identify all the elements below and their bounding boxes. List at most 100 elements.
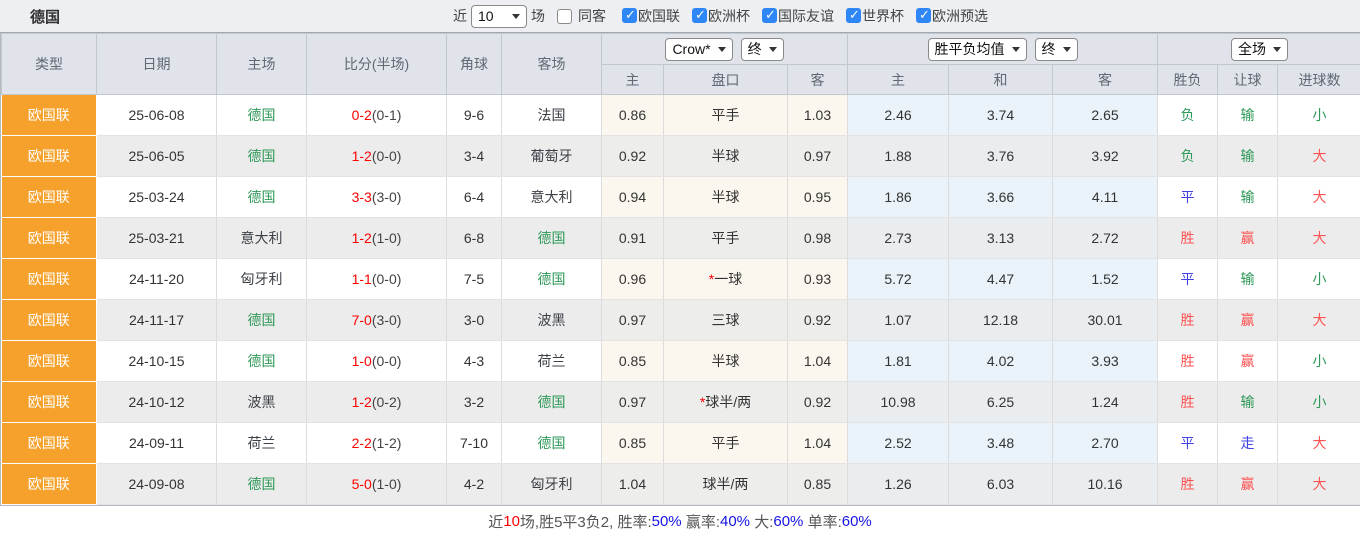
summary-middle: 场,胜5平3负2, 胜率: xyxy=(520,511,652,532)
avg-away-odds-cell: 2.72 xyxy=(1053,218,1158,259)
competition-checkbox[interactable] xyxy=(692,8,707,23)
avg-odds-stage-select[interactable]: 终 xyxy=(1035,38,1078,61)
avg-home-odds-cell: 10.98 xyxy=(848,382,949,423)
crown-odds-stage-select[interactable]: 终 xyxy=(741,38,784,61)
result-group-header: 全场 xyxy=(1158,34,1360,65)
score-cell: 2-2(1-2) xyxy=(307,423,447,464)
avg-odds-select[interactable]: 胜平负均值 xyxy=(928,38,1027,61)
date-cell: 25-03-21 xyxy=(97,218,217,259)
competition-label: 欧洲预选 xyxy=(932,6,988,26)
table-row: 欧国联24-11-17德国7-0(3-0)3-0波黑0.97三球0.921.07… xyxy=(2,300,1360,341)
team-name: 意大利 xyxy=(241,230,283,246)
recent-count-value: 10 xyxy=(478,8,494,24)
home-team-cell: 意大利 xyxy=(217,218,307,259)
crown-away-odds-cell: 0.92 xyxy=(788,300,848,341)
team-name: 德国 xyxy=(538,271,566,287)
half-time-score: (1-0) xyxy=(372,476,402,492)
full-time-score: 7-0 xyxy=(352,312,372,328)
avg-away-odds-cell: 10.16 xyxy=(1053,464,1158,505)
avg-away-odds-cell: 2.70 xyxy=(1053,423,1158,464)
home-team-cell: 德国 xyxy=(217,177,307,218)
date-cell: 24-11-17 xyxy=(97,300,217,341)
home-team-cell: 德国 xyxy=(217,300,307,341)
col-header-crown-home: 主 xyxy=(602,65,664,95)
avg-home-odds-cell: 1.86 xyxy=(848,177,949,218)
goals-result-cell: 小 xyxy=(1278,259,1360,300)
col-header-crown-away: 客 xyxy=(788,65,848,95)
recent-count-select[interactable]: 10 xyxy=(471,5,527,28)
half-time-score: (0-0) xyxy=(372,353,402,369)
summary-odd-rate: 60% xyxy=(842,513,872,530)
avg-draw-odds-cell: 3.66 xyxy=(949,177,1053,218)
corners-cell: 6-8 xyxy=(447,218,502,259)
avg-away-odds-cell: 4.11 xyxy=(1053,177,1158,218)
avg-odds-group-header: 胜平负均值 终 xyxy=(848,34,1158,65)
corners-cell: 4-2 xyxy=(447,464,502,505)
table-row: 欧国联24-10-15德国1-0(0-0)4-3荷兰0.85半球1.041.81… xyxy=(2,341,1360,382)
chevron-down-icon xyxy=(769,47,777,52)
top-bar: 德国 近 10 场 同客 欧国联欧洲杯国际友谊世界杯欧洲预选 xyxy=(0,0,1360,33)
type-cell: 欧国联 xyxy=(2,259,97,300)
competition-checkbox[interactable] xyxy=(916,8,931,23)
half-time-score: (1-0) xyxy=(372,230,402,246)
date-cell: 25-06-05 xyxy=(97,136,217,177)
corners-cell: 3-0 xyxy=(447,300,502,341)
result-cell: 平 xyxy=(1158,259,1218,300)
away-team-cell: 德国 xyxy=(502,218,602,259)
home-team-cell: 波黑 xyxy=(217,382,307,423)
full-time-score: 2-2 xyxy=(352,435,372,451)
half-time-score: (0-0) xyxy=(372,271,402,287)
home-team-cell: 德国 xyxy=(217,341,307,382)
handicap-cell: 半球 xyxy=(664,177,788,218)
team-name: 葡萄牙 xyxy=(531,148,573,164)
avg-odds-stage-value: 终 xyxy=(1042,39,1056,59)
corners-cell: 6-4 xyxy=(447,177,502,218)
crown-home-odds-cell: 0.94 xyxy=(602,177,664,218)
crown-home-odds-cell: 0.97 xyxy=(602,300,664,341)
competition-filters: 欧国联欧洲杯国际友谊世界杯欧洲预选 xyxy=(610,6,988,27)
type-cell: 欧国联 xyxy=(2,423,97,464)
crown-home-odds-cell: 0.97 xyxy=(602,382,664,423)
half-time-score: (1-2) xyxy=(372,435,402,451)
table-row: 欧国联25-06-08德国0-2(0-1)9-6法国0.86平手1.032.46… xyxy=(2,95,1360,136)
crown-away-odds-cell: 1.03 xyxy=(788,95,848,136)
chevron-down-icon xyxy=(1012,47,1020,52)
corners-cell: 9-6 xyxy=(447,95,502,136)
competition-checkbox[interactable] xyxy=(622,8,637,23)
bookmaker-select[interactable]: Crow* xyxy=(665,38,732,61)
date-cell: 24-09-08 xyxy=(97,464,217,505)
same-venue-checkbox[interactable] xyxy=(557,9,572,24)
col-header-date: 日期 xyxy=(97,34,217,95)
type-cell: 欧国联 xyxy=(2,218,97,259)
score-cell: 1-2(0-2) xyxy=(307,382,447,423)
team-name: 波黑 xyxy=(248,394,276,410)
match-history-panel: 德国 近 10 场 同客 欧国联欧洲杯国际友谊世界杯欧洲预选 类型 日期 xyxy=(0,0,1360,535)
away-team-cell: 意大利 xyxy=(502,177,602,218)
type-cell: 欧国联 xyxy=(2,95,97,136)
avg-draw-odds-cell: 6.03 xyxy=(949,464,1053,505)
crown-home-odds-cell: 1.04 xyxy=(602,464,664,505)
competition-checkbox[interactable] xyxy=(762,8,777,23)
handicap-result-cell: 赢 xyxy=(1218,300,1278,341)
summary-big-label: 大: xyxy=(750,511,773,532)
half-time-score: (0-0) xyxy=(372,148,402,164)
handicap-result-cell: 输 xyxy=(1218,259,1278,300)
goals-result-cell: 小 xyxy=(1278,382,1360,423)
crown-home-odds-cell: 0.85 xyxy=(602,341,664,382)
result-cell: 平 xyxy=(1158,423,1218,464)
competition-checkbox[interactable] xyxy=(846,8,861,23)
crown-away-odds-cell: 0.92 xyxy=(788,382,848,423)
table-row: 欧国联24-11-20匈牙利1-1(0-0)7-5德国0.96*一球0.935.… xyxy=(2,259,1360,300)
star-marker: * xyxy=(700,394,705,410)
result-cell: 负 xyxy=(1158,136,1218,177)
avg-home-odds-cell: 5.72 xyxy=(848,259,949,300)
away-team-cell: 波黑 xyxy=(502,300,602,341)
team-name: 法国 xyxy=(538,107,566,123)
scope-select[interactable]: 全场 xyxy=(1231,38,1288,61)
half-time-score: (3-0) xyxy=(372,189,402,205)
col-header-result: 胜负 xyxy=(1158,65,1218,95)
scope-select-value: 全场 xyxy=(1238,39,1266,59)
corners-cell: 4-3 xyxy=(447,341,502,382)
table-row: 欧国联24-09-11荷兰2-2(1-2)7-10德国0.85平手1.042.5… xyxy=(2,423,1360,464)
type-cell: 欧国联 xyxy=(2,136,97,177)
